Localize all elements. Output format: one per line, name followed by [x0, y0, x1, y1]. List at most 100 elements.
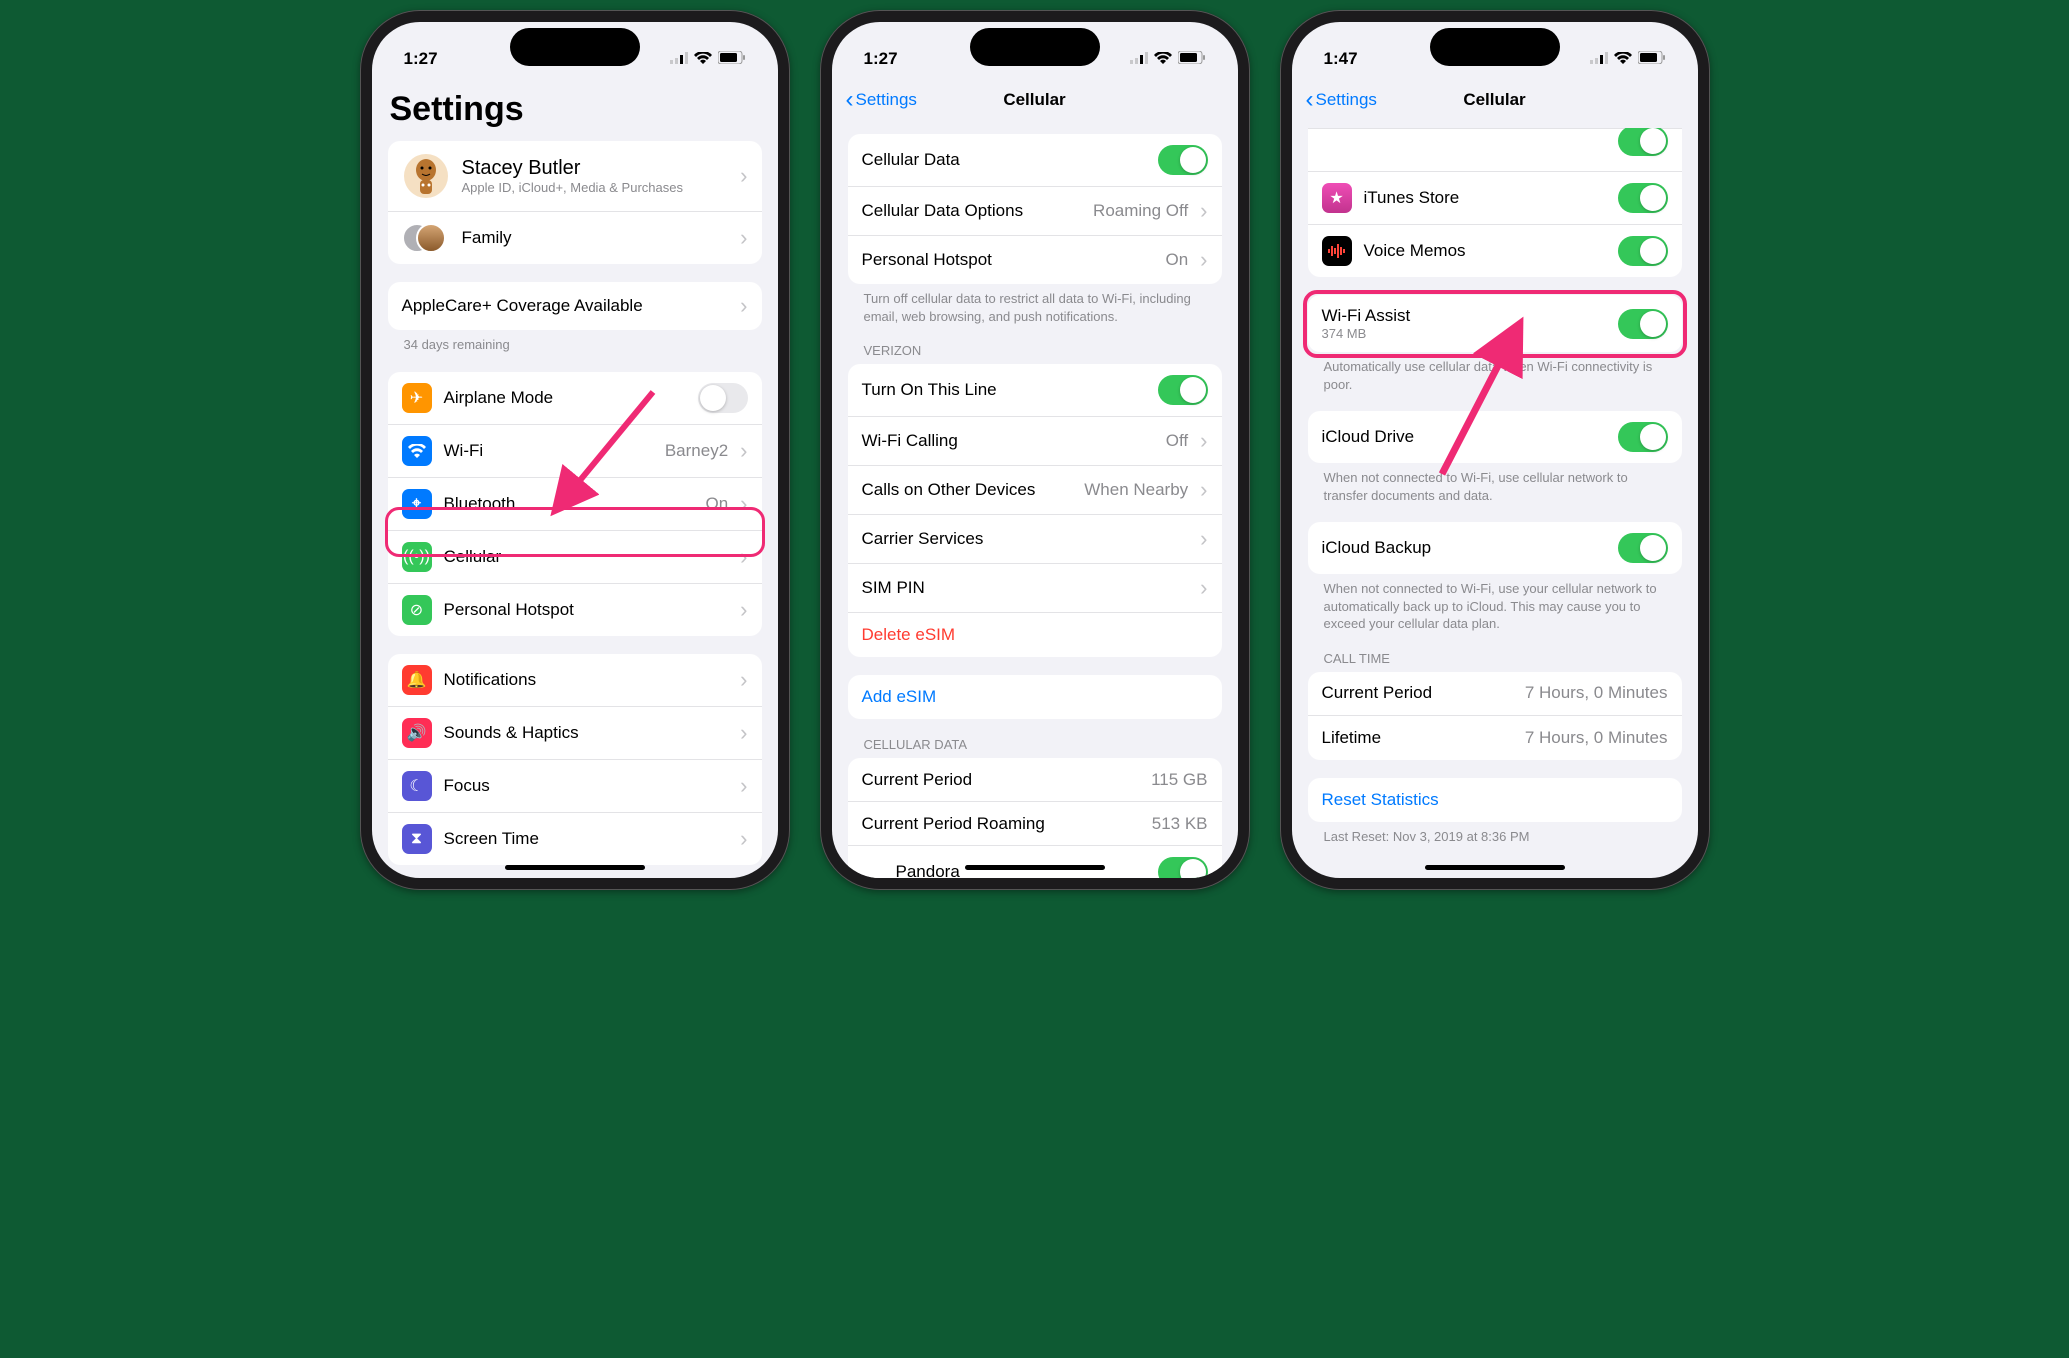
back-button[interactable]: ‹ Settings	[846, 86, 917, 114]
icloud-backup-row[interactable]: iCloud Backup	[1308, 522, 1682, 574]
icloud-drive-toggle[interactable]	[1618, 422, 1668, 452]
icloud-drive-row[interactable]: iCloud Drive	[1308, 411, 1682, 463]
sounds-row[interactable]: 🔊 Sounds & Haptics ›	[388, 707, 762, 760]
chevron-icon: ›	[740, 826, 747, 852]
hotspot-row[interactable]: ⊘ Personal Hotspot ›	[388, 584, 762, 636]
chevron-icon: ›	[1200, 247, 1207, 273]
pandora-toggle[interactable]	[1158, 857, 1208, 878]
waveform-icon	[1322, 236, 1352, 266]
cellular-footer: Turn off cellular data to restrict all d…	[848, 284, 1222, 325]
wifi-assist-row[interactable]: Wi-Fi Assist 374 MB	[1308, 295, 1682, 352]
other-devices-row[interactable]: Calls on Other Devices When Nearby ›	[848, 466, 1222, 515]
screentime-label: Screen Time	[444, 829, 729, 849]
home-indicator	[1425, 865, 1565, 870]
phone-2-frame: 1:27 ‹ Settings Cellular Cellular Data	[820, 10, 1250, 890]
status-right	[1130, 49, 1206, 69]
focus-label: Focus	[444, 776, 729, 796]
icloud-backup-toggle[interactable]	[1618, 533, 1668, 563]
airplane-row[interactable]: ✈ Airplane Mode	[388, 372, 762, 425]
status-time: 1:27	[404, 49, 438, 69]
bluetooth-row[interactable]: ⌖ Bluetooth On ›	[388, 478, 762, 531]
other-devices-label: Calls on Other Devices	[862, 480, 1073, 500]
pandora-row[interactable]: Pandora	[848, 846, 1222, 878]
signal-icon	[1130, 49, 1148, 69]
back-label: Settings	[856, 90, 917, 110]
hotspot-label: Personal Hotspot	[862, 250, 1154, 270]
profile-row[interactable]: Stacey Butler Apple ID, iCloud+, Media &…	[388, 141, 762, 212]
current-period-value: 115 GB	[1151, 770, 1207, 790]
delete-esim-label: Delete eSIM	[862, 625, 1208, 645]
icloud-drive-label: iCloud Drive	[1322, 427, 1606, 447]
chevron-icon: ›	[740, 491, 747, 517]
hotspot-icon: ⊘	[402, 595, 432, 625]
itunes-toggle[interactable]	[1618, 183, 1668, 213]
partial-row-top[interactable]	[1308, 128, 1682, 172]
screen-3: 1:47 ‹ Settings Cellular ★	[1292, 22, 1698, 878]
wifi-row-icon	[402, 436, 432, 466]
nav-bar: ‹ Settings Cellular	[1292, 78, 1698, 124]
applecare-row[interactable]: AppleCare+ Coverage Available ›	[388, 282, 762, 330]
voice-memos-row[interactable]: Voice Memos	[1308, 225, 1682, 277]
notifications-row[interactable]: 🔔 Notifications ›	[388, 654, 762, 707]
focus-row[interactable]: ☾ Focus ›	[388, 760, 762, 813]
chevron-icon: ›	[740, 597, 747, 623]
wifi-assist-footer: Automatically use cellular data when Wi-…	[1308, 352, 1682, 393]
itunes-row[interactable]: ★ iTunes Store	[1308, 172, 1682, 225]
chevron-icon: ›	[740, 293, 747, 319]
screen-2: 1:27 ‹ Settings Cellular Cellular Data	[832, 22, 1238, 878]
wifi-calling-value: Off	[1166, 431, 1188, 451]
wifi-icon	[694, 49, 712, 69]
chevron-icon: ›	[740, 163, 747, 189]
airplane-toggle[interactable]	[698, 383, 748, 413]
wifi-row[interactable]: Wi-Fi Barney2 ›	[388, 425, 762, 478]
chevron-icon: ›	[1200, 477, 1207, 503]
turn-on-line-row[interactable]: Turn On This Line	[848, 364, 1222, 417]
add-esim-row[interactable]: Add eSIM	[848, 675, 1222, 719]
cellular-data-header: CELLULAR DATA	[848, 737, 1222, 758]
family-row[interactable]: Family ›	[388, 212, 762, 264]
cellular-data-toggle[interactable]	[1158, 145, 1208, 175]
bluetooth-label: Bluetooth	[444, 494, 694, 514]
cellular-data-label: Cellular Data	[862, 150, 1146, 170]
status-right	[1590, 49, 1666, 69]
phone-3-frame: 1:47 ‹ Settings Cellular ★	[1280, 10, 1710, 890]
back-button[interactable]: ‹ Settings	[1306, 86, 1377, 114]
cellular-data-row[interactable]: Cellular Data	[848, 134, 1222, 187]
hourglass-icon: ⧗	[402, 824, 432, 854]
status-time: 1:27	[864, 49, 898, 69]
status-time: 1:47	[1324, 49, 1358, 69]
reset-stats-row[interactable]: Reset Statistics	[1308, 778, 1682, 822]
phone-1-frame: 1:27 Settings Stacey Butler Apple I	[360, 10, 790, 890]
hotspot-row[interactable]: Personal Hotspot On ›	[848, 236, 1222, 284]
chevron-icon: ›	[740, 773, 747, 799]
voice-memos-toggle[interactable]	[1618, 236, 1668, 266]
chevron-icon: ›	[1200, 575, 1207, 601]
wifi-calling-row[interactable]: Wi-Fi Calling Off ›	[848, 417, 1222, 466]
icloud-backup-label: iCloud Backup	[1322, 538, 1606, 558]
itunes-label: iTunes Store	[1364, 188, 1606, 208]
back-label: Settings	[1316, 90, 1377, 110]
airplane-icon: ✈	[402, 383, 432, 413]
chevron-icon: ›	[740, 667, 747, 693]
home-indicator	[505, 865, 645, 870]
chevron-left-icon: ‹	[846, 86, 854, 114]
delete-esim-row[interactable]: Delete eSIM	[848, 613, 1222, 657]
battery-icon	[718, 49, 746, 69]
hotspot-label: Personal Hotspot	[444, 600, 729, 620]
wifi-assist-toggle[interactable]	[1618, 309, 1668, 339]
turn-on-label: Turn On This Line	[862, 380, 1146, 400]
signal-icon	[1590, 49, 1608, 69]
cellular-row[interactable]: ((•)) Cellular ›	[388, 531, 762, 584]
partial-toggle[interactable]	[1618, 128, 1668, 156]
screentime-row[interactable]: ⧗ Screen Time ›	[388, 813, 762, 865]
carrier-services-row[interactable]: Carrier Services ›	[848, 515, 1222, 564]
sim-pin-row[interactable]: SIM PIN ›	[848, 564, 1222, 613]
wifi-value: Barney2	[665, 441, 728, 461]
line-toggle[interactable]	[1158, 375, 1208, 405]
cellular-icon: ((•))	[402, 542, 432, 572]
cellular-options-row[interactable]: Cellular Data Options Roaming Off ›	[848, 187, 1222, 236]
battery-icon	[1638, 49, 1666, 69]
chevron-icon: ›	[1200, 198, 1207, 224]
carrier-services-label: Carrier Services	[862, 529, 1189, 549]
star-icon: ★	[1322, 183, 1352, 213]
